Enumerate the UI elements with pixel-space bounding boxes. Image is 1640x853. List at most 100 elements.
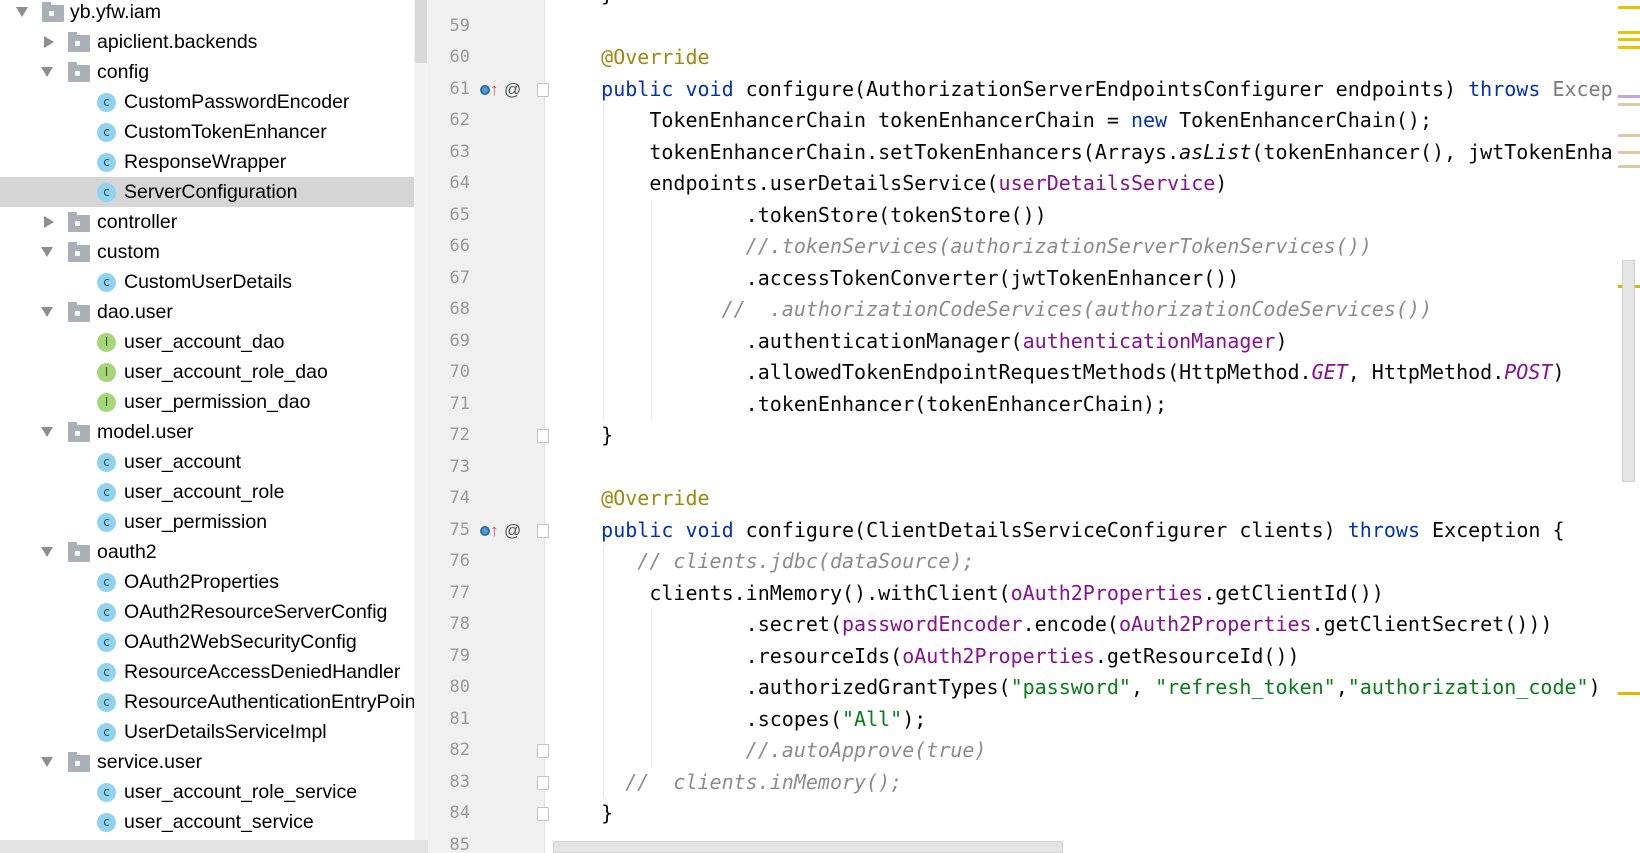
tree-item-label: OAuth2ResourceServerConfig xyxy=(124,600,388,623)
code-token: .getClientId()) xyxy=(1203,580,1384,605)
at-sign-icon[interactable]: @ xyxy=(504,515,521,547)
class-icon: c xyxy=(97,513,116,532)
tree-horizontal-scrollbar[interactable] xyxy=(0,840,428,853)
tree-item[interactable]: c CustomTokenEnhancer xyxy=(0,117,414,147)
tree-item-label: user_account_role xyxy=(124,480,285,503)
tree-item[interactable]: Iuser_account_dao xyxy=(0,327,414,357)
tree-item[interactable]: yb.yfw.iam xyxy=(0,0,414,27)
error-stripe-marker[interactable] xyxy=(1618,165,1640,168)
line-number: 85 xyxy=(449,834,470,853)
override-implements-icon[interactable]: ↑ xyxy=(480,74,499,106)
tree-item[interactable]: service.user xyxy=(0,747,414,777)
tree-item[interactable]: c ServerConfiguration xyxy=(0,177,414,207)
code-token: public void xyxy=(601,76,746,101)
tree-item[interactable]: c user_account_role xyxy=(0,477,414,507)
code-token: .accessTokenConverter(jwtTokenEnhancer()… xyxy=(553,265,1240,290)
fold-marker-icon[interactable] xyxy=(537,82,549,97)
tree-item[interactable]: c ResourceAccessDeniedHandler xyxy=(0,657,414,687)
tree-item[interactable]: config xyxy=(0,57,414,87)
code-editor[interactable]: } @Override public void configure(Author… xyxy=(545,0,1612,853)
error-stripe-marker[interactable] xyxy=(1618,103,1640,106)
tree-item[interactable]: dao.user xyxy=(0,297,414,327)
code-token: @Override xyxy=(553,45,710,69)
class-icon: c xyxy=(97,123,116,142)
override-implements-icon[interactable]: ↑ xyxy=(480,515,499,547)
line-number: 68 xyxy=(449,299,470,319)
fold-marker-icon[interactable] xyxy=(537,744,549,758)
error-stripe-marker[interactable] xyxy=(1618,692,1640,695)
line-number: 63 xyxy=(449,141,470,162)
error-stripe-marker[interactable] xyxy=(1618,6,1640,9)
tree-item[interactable]: c user_account_role_service xyxy=(0,777,414,807)
tree-item[interactable]: c user_account_service xyxy=(0,807,414,837)
tree-item[interactable]: c OAuth2Properties xyxy=(0,567,414,597)
code-line: public void configure(ClientDetailsServi… xyxy=(553,515,1564,547)
error-stripe-marker[interactable] xyxy=(1618,38,1640,41)
error-stripe-marker[interactable] xyxy=(1618,31,1640,34)
error-stripe-marker[interactable] xyxy=(1618,95,1640,98)
code-line: endpoints.userDetailsService(userDetails… xyxy=(553,168,1227,200)
code-line: .allowedTokenEndpointRequestMethods(Http… xyxy=(553,357,1565,389)
code-token: Exception { xyxy=(1432,517,1565,542)
line-number: 58 xyxy=(428,0,470,11)
error-stripe-marker[interactable] xyxy=(1618,46,1640,49)
class-icon: c xyxy=(97,153,116,172)
tree-item[interactable]: custom xyxy=(0,237,414,267)
fold-marker-icon[interactable] xyxy=(537,523,549,538)
editor-horizontal-scrollbar[interactable] xyxy=(553,841,1063,853)
tree-item[interactable]: c UserDetailsServiceImpl xyxy=(0,717,414,747)
tree-item[interactable]: Iuser_permission_dao xyxy=(0,387,414,417)
tree-item[interactable]: controller xyxy=(0,207,414,237)
chevron-down-icon[interactable] xyxy=(16,7,28,17)
tree-item[interactable]: c ResponseWrapper xyxy=(0,147,414,177)
code-token: @Override xyxy=(553,486,710,510)
chevron-down-icon[interactable] xyxy=(41,247,53,257)
editor-vertical-scrollbar[interactable] xyxy=(1622,260,1635,482)
class-icon: c xyxy=(97,633,116,652)
at-sign-icon[interactable]: @ xyxy=(504,74,521,106)
class-icon: c xyxy=(97,663,116,682)
fold-marker-icon[interactable] xyxy=(537,807,549,821)
code-token: //.tokenServices(authorizationServerToke… xyxy=(553,234,1372,258)
line-number: 64 xyxy=(449,173,470,193)
tree-item-label: OAuth2Properties xyxy=(124,570,280,593)
code-token: authenticationManager xyxy=(1022,328,1276,353)
scrollbar-thumb[interactable] xyxy=(415,0,427,63)
tree-item[interactable]: Iuser_account_role_dao xyxy=(0,357,414,387)
chevron-right-icon[interactable] xyxy=(44,216,54,228)
tree-item[interactable]: c ResourceAuthenticationEntryPoint xyxy=(0,687,421,717)
tree-item[interactable]: c user_account xyxy=(0,447,414,477)
line-number: 80 xyxy=(449,677,470,697)
tree-item[interactable]: c OAuth2ResourceServerConfig xyxy=(0,597,414,627)
fold-marker-icon[interactable] xyxy=(537,775,549,790)
tree-item-label: service.user xyxy=(97,750,203,773)
line-number: 82 xyxy=(449,740,470,760)
tree-item[interactable]: c CustomUserDetails xyxy=(0,267,414,297)
code-line: clients.inMemory().withClient(oAuth2Prop… xyxy=(553,578,1384,610)
chevron-down-icon[interactable] xyxy=(41,547,53,557)
tree-item[interactable]: c CustomPasswordEncoder xyxy=(0,87,414,117)
line-number: 62 xyxy=(449,110,470,130)
fold-marker-icon[interactable] xyxy=(537,429,549,443)
tree-item[interactable]: apiclient.backends xyxy=(0,27,414,57)
tree-vertical-scrollbar[interactable] xyxy=(414,0,428,853)
chevron-down-icon[interactable] xyxy=(41,427,53,437)
code-token: configure(ClientDetailsServiceConfigurer… xyxy=(745,517,1348,542)
package-folder-icon xyxy=(68,62,90,82)
line-number: 76 xyxy=(449,551,470,571)
error-stripe-marker[interactable] xyxy=(1618,151,1640,154)
chevron-right-icon[interactable] xyxy=(44,36,54,48)
tree-item[interactable]: model.user xyxy=(0,417,414,447)
chevron-down-icon[interactable] xyxy=(41,307,53,317)
tree-item-label: apiclient.backends xyxy=(97,30,258,53)
code-token: } xyxy=(553,0,613,6)
tree-item-label: ResponseWrapper xyxy=(124,150,287,173)
code-token: throws xyxy=(1468,76,1553,101)
tree-item[interactable]: oauth2 xyxy=(0,537,414,567)
chevron-down-icon[interactable] xyxy=(41,757,53,767)
tree-item[interactable]: c user_permission xyxy=(0,507,414,537)
chevron-down-icon[interactable] xyxy=(41,67,53,77)
tree-item[interactable]: c OAuth2WebSecurityConfig xyxy=(0,627,414,657)
code-token: // .authorizationCodeServices(authorizat… xyxy=(553,297,1432,321)
error-stripe-marker[interactable] xyxy=(1618,134,1640,137)
